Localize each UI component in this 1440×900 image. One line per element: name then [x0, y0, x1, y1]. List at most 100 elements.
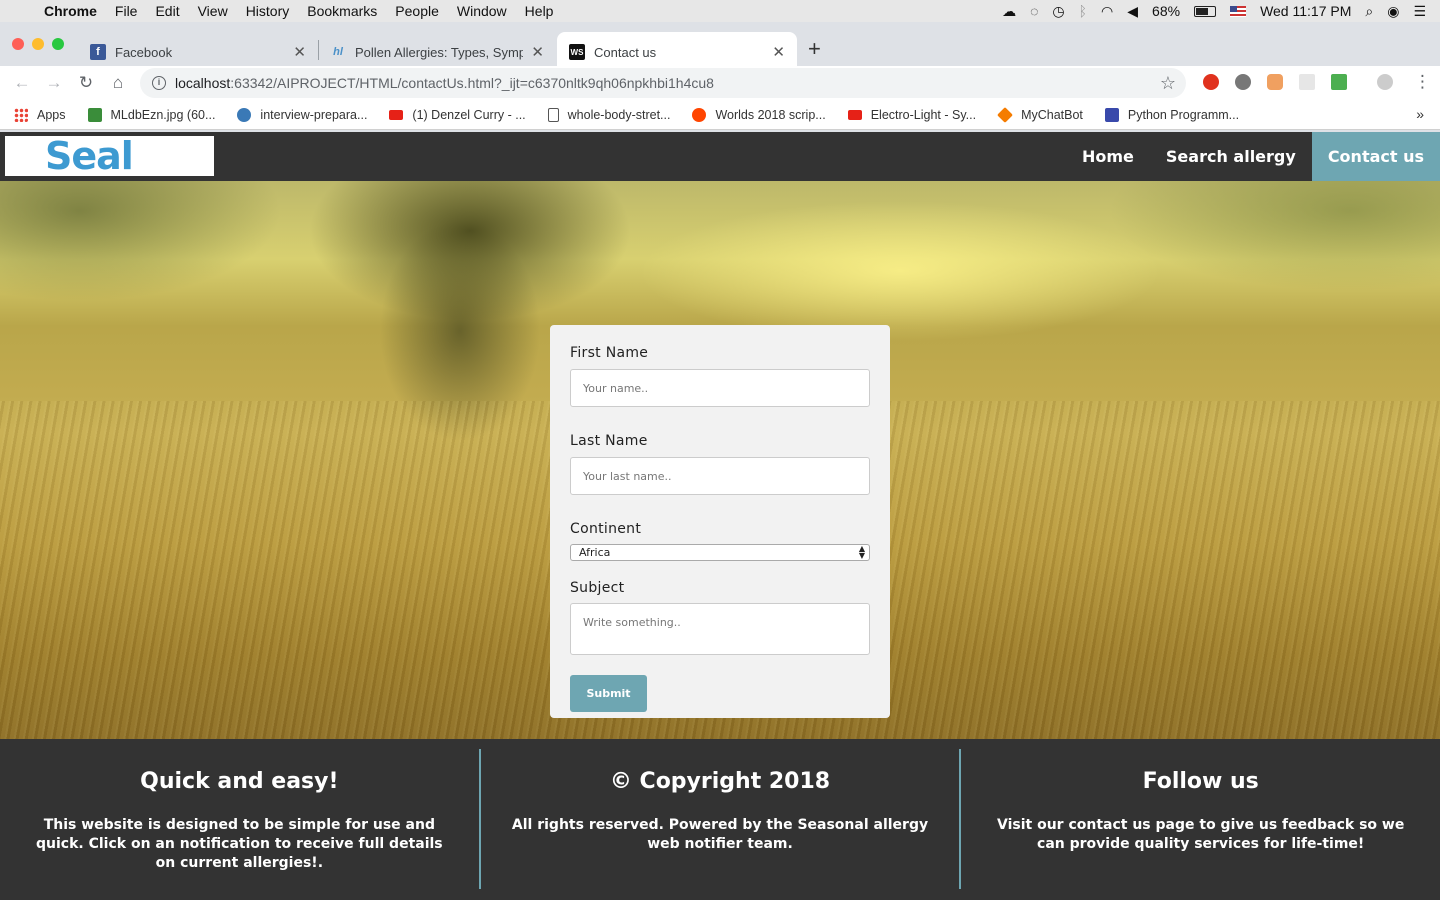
bookmark-item[interactable]: whole-body-stret... [547, 107, 671, 122]
close-window-button[interactable] [12, 38, 24, 50]
menu-view[interactable]: View [189, 3, 237, 19]
macos-menubar: Chrome File Edit View History Bookmarks … [0, 0, 1440, 22]
bookmark-item[interactable]: Python Programm... [1104, 107, 1239, 122]
bluetooth-icon[interactable]: ᛒ [1079, 3, 1087, 19]
bookmarks-bar: Apps MLdbEzn.jpg (60... interview-prepar… [0, 100, 1440, 130]
first-name-input[interactable]: Your name.. [570, 369, 870, 407]
input-source-flag-icon[interactable] [1230, 5, 1247, 17]
battery-percent[interactable]: 68% [1152, 3, 1180, 19]
site-info-icon[interactable]: i [152, 76, 166, 90]
bookmark-item[interactable]: (1) Denzel Curry - ... [389, 107, 526, 122]
close-tab-icon[interactable]: ✕ [772, 43, 785, 61]
submit-button[interactable]: Submit [570, 675, 647, 712]
reload-icon[interactable]: ↻ [70, 73, 102, 93]
contact-form: First Name Your name.. Last Name Your la… [550, 325, 890, 718]
menu-help[interactable]: Help [516, 3, 563, 19]
healthline-icon: hl [333, 46, 343, 58]
home-icon[interactable]: ⌂ [102, 73, 134, 93]
document-icon [547, 107, 559, 122]
footer-text: This website is designed to be simple fo… [36, 817, 443, 871]
minimize-window-button[interactable] [32, 38, 44, 50]
bookmark-star-icon[interactable]: ☆ [1160, 73, 1176, 94]
ublock-extension-icon[interactable] [1203, 74, 1219, 90]
youtube-icon [389, 109, 404, 120]
new-tab-icon[interactable]: + [808, 36, 821, 62]
facebook-icon: f [90, 44, 106, 60]
time-machine-icon[interactable]: ◷ [1052, 3, 1064, 20]
bookmarks-overflow-icon[interactable]: » [1416, 106, 1424, 122]
site-logo[interactable]: Seal [5, 134, 214, 178]
footer-title: Quick and easy! [140, 769, 339, 794]
site-nav-links: Home Search allergy Contact us [1066, 132, 1440, 181]
extension-icon[interactable] [1235, 74, 1251, 90]
more-menu-icon[interactable]: ⋮ [1414, 72, 1431, 92]
last-name-label: Last Name [570, 433, 648, 449]
apps-grid-icon [14, 107, 28, 122]
footer-column-quick: Quick and easy! This website is designed… [0, 739, 479, 900]
tab-title: Facebook [115, 44, 173, 60]
battery-icon[interactable] [1194, 5, 1217, 17]
url-host: localhost [175, 75, 231, 91]
browser-toolbar: ← → ↻ ⌂ i localhost:63342/AIPROJECT/HTML… [0, 66, 1440, 100]
zoom-window-button[interactable] [52, 38, 64, 50]
wifi-icon[interactable]: ◠ [1101, 3, 1113, 20]
forward-icon[interactable]: → [38, 73, 70, 93]
footer-text: Visit our contact us page to give us fee… [997, 817, 1405, 852]
clock[interactable]: Wed 11:17 PM [1260, 3, 1351, 19]
menu-edit[interactable]: Edit [146, 3, 188, 19]
reddit-icon [692, 107, 707, 122]
footer-text: All rights reserved. Powered by the Seas… [511, 817, 929, 852]
creative-cloud-icon[interactable]: ☁ [1002, 3, 1016, 20]
menu-file[interactable]: File [106, 3, 147, 19]
menu-window[interactable]: Window [448, 3, 516, 19]
browser-tab-strip: f Facebook ✕ hl Pollen Allergies: Types,… [0, 22, 1440, 72]
close-tab-icon[interactable]: ✕ [531, 43, 544, 61]
sync-icon[interactable]: ◌ [1030, 3, 1038, 19]
bookmark-item[interactable]: MLdbEzn.jpg (60... [87, 107, 215, 122]
extension-icon[interactable] [1299, 74, 1315, 90]
menu-bookmarks[interactable]: Bookmarks [298, 3, 386, 19]
bookmark-label: Electro-Light - Sy... [870, 107, 977, 122]
subject-label: Subject [570, 580, 625, 596]
chatbot-icon [997, 106, 1013, 123]
volume-icon[interactable]: ◀ [1127, 3, 1138, 20]
python-icon [1104, 107, 1119, 122]
close-tab-icon[interactable]: ✕ [293, 43, 306, 61]
nav-search-allergy[interactable]: Search allergy [1150, 132, 1312, 181]
extension-icon[interactable] [1267, 74, 1283, 90]
continent-label: Continent [570, 521, 642, 537]
nav-contact-us[interactable]: Contact us [1311, 132, 1440, 181]
last-name-input[interactable]: Your last name.. [570, 457, 870, 495]
cors-extension-icon[interactable] [1331, 74, 1347, 90]
bookmark-item[interactable]: Worlds 2018 scrip... [692, 107, 826, 122]
tab-title: Contact us [594, 44, 657, 60]
address-bar[interactable]: i localhost:63342/AIPROJECT/HTML/contact… [140, 68, 1186, 98]
window-controls [12, 38, 64, 50]
bookmark-item[interactable]: Electro-Light - Sy... [847, 107, 977, 122]
webstorm-icon: WS [569, 44, 585, 60]
bookmark-item[interactable]: MyChatBot [997, 106, 1083, 123]
continent-select[interactable]: Africa ▲ ▼ [570, 544, 870, 561]
back-icon[interactable]: ← [6, 73, 38, 93]
bookmark-label: (1) Denzel Curry - ... [412, 107, 526, 122]
continent-selected-value: Africa [579, 546, 611, 559]
profile-avatar-icon[interactable] [1377, 74, 1393, 90]
nav-home[interactable]: Home [1066, 132, 1150, 181]
subject-textarea[interactable]: Write something.. [570, 603, 870, 655]
footer-column-copyright: © Copyright 2018 All rights reserved. Po… [481, 739, 960, 900]
spotlight-search-icon[interactable]: ⌕ [1365, 3, 1373, 20]
menu-history[interactable]: History [237, 3, 299, 19]
footer-title: © Copyright 2018 [609, 769, 831, 794]
menu-app-name[interactable]: Chrome [40, 3, 106, 19]
menu-people[interactable]: People [386, 3, 448, 19]
siri-icon[interactable]: ◉ [1387, 3, 1399, 20]
footer-column-follow: Follow us Visit our contact us page to g… [961, 739, 1440, 900]
bookmark-apps[interactable]: Apps [14, 107, 66, 122]
bookmark-item[interactable]: interview-prepara... [237, 107, 367, 122]
web-page: Seal Home Search allergy Contact us Firs… [0, 132, 1440, 900]
bookmark-label: whole-body-stret... [567, 107, 671, 122]
wordpress-icon [237, 107, 252, 122]
notification-center-icon[interactable]: ☰ [1413, 3, 1426, 20]
image-icon [87, 107, 102, 122]
logo-text: Seal [45, 134, 134, 178]
